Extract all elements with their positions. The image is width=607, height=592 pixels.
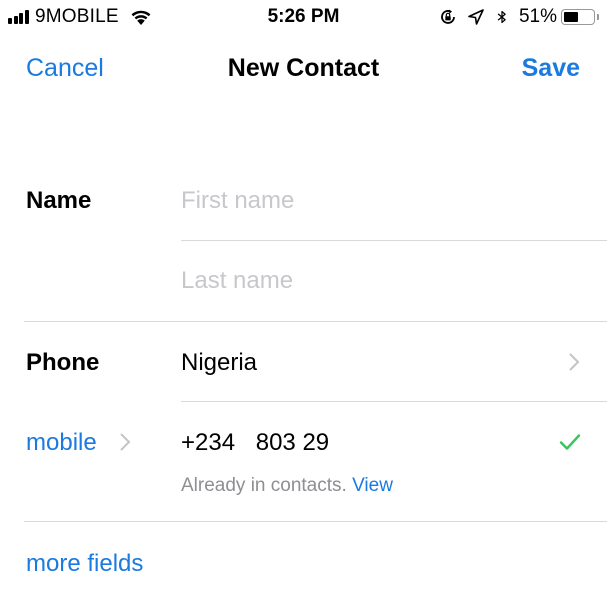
name-label: Name — [26, 187, 92, 214]
divider — [24, 521, 607, 522]
checkmark-icon — [559, 434, 581, 450]
first-name-input[interactable]: First name — [181, 187, 294, 215]
phone-type-label: mobile — [26, 429, 97, 456]
nav-bar: Cancel New Contact Save — [0, 42, 607, 96]
view-contact-link[interactable]: View — [352, 475, 393, 496]
phone-label: Phone — [26, 349, 100, 376]
more-fields-button[interactable]: more fields — [26, 550, 143, 578]
last-name-input[interactable]: Last name — [181, 267, 293, 295]
divider — [181, 401, 607, 402]
chevron-right-icon — [569, 353, 580, 371]
country-value: Nigeria — [181, 349, 258, 376]
status-bar: 9MOBILE 5:26 PM 51% — [0, 0, 607, 34]
bluetooth-icon — [497, 10, 506, 24]
divider — [24, 321, 607, 322]
already-in-contacts-hint: Already in contacts. View — [181, 475, 393, 497]
battery-icon — [561, 9, 599, 25]
divider — [181, 240, 607, 241]
chevron-right-icon — [120, 433, 131, 451]
status-right: 51% — [439, 6, 599, 28]
battery-fill — [564, 12, 579, 22]
page-title: New Contact — [227, 54, 380, 82]
save-button[interactable]: Save — [522, 54, 580, 83]
hint-text: Already in contacts. — [181, 475, 347, 496]
battery-percent: 51% — [518, 6, 557, 27]
orientation-lock-icon — [441, 9, 455, 24]
country-code: +234 — [181, 429, 236, 456]
phone-number: 803 29 — [255, 429, 330, 456]
phone-number-input[interactable]: +234 803 29 — [181, 429, 329, 457]
location-icon — [468, 9, 484, 25]
